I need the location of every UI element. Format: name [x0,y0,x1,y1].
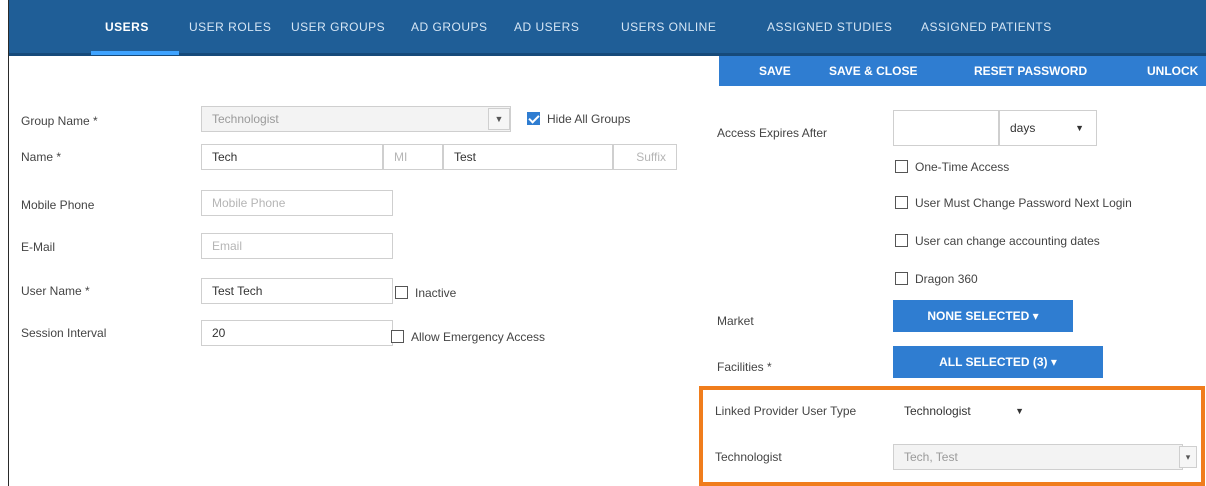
inactive-label: Inactive [415,286,457,300]
save-button[interactable]: SAVE [759,56,791,86]
linked-provider-type-label: Linked Provider User Type [715,404,857,418]
user-name-label: User Name * [21,284,90,298]
session-interval-input[interactable]: 20 [201,320,393,346]
tab-users[interactable]: Users [105,0,149,56]
save-close-button[interactable]: SAVE & CLOSE [829,56,917,86]
must-change-password-checkbox[interactable] [895,196,908,209]
group-name-select[interactable]: Technologist [201,106,511,132]
hide-all-groups-label: Hide All Groups [547,112,631,126]
dragon360-checkbox[interactable] [895,272,908,285]
tab-user-roles[interactable]: User Roles [189,0,271,56]
unlock-button[interactable]: UNLOCK [1147,56,1198,86]
middle-initial-input[interactable]: MI [383,144,443,170]
email-input[interactable]: Email [201,233,393,259]
chevron-down-icon[interactable]: ▼ [488,108,510,130]
chevron-down-icon[interactable]: ▾ [1179,446,1197,468]
linked-provider-type-value: Technologist [904,404,971,418]
top-nav: Users User Roles User Groups AD Groups A… [9,0,1206,56]
allow-emergency-label: Allow Emergency Access [411,330,546,344]
tab-ad-groups[interactable]: AD Groups [411,0,488,56]
technologist-label: Technologist [715,450,782,464]
chevron-down-icon: ▼ [1075,123,1084,133]
access-expires-unit-value: days [1010,121,1036,135]
access-expires-input[interactable] [893,110,999,146]
change-accounting-checkbox[interactable] [895,234,908,247]
facilities-dropdown-button[interactable]: ALL SELECTED (3) ▾ [893,346,1103,378]
tab-user-groups[interactable]: User Groups [291,0,385,56]
facilities-label: Facilities * [717,360,772,374]
market-label: Market [717,314,754,328]
tab-assigned-patients[interactable]: Assigned Patients [921,0,1052,56]
last-name-input[interactable]: Test [443,144,613,170]
linked-provider-type-select[interactable]: Technologist ▼ [893,398,1043,424]
access-expires-unit-select[interactable]: days ▼ [999,110,1097,146]
inactive-checkbox[interactable] [395,286,408,299]
tab-ad-users[interactable]: AD Users [514,0,579,56]
dragon360-label: Dragon 360 [915,272,978,286]
must-change-password-label: User Must Change Password Next Login [915,196,1132,210]
action-bar: SAVE SAVE & CLOSE RESET PASSWORD UNLOCK [719,56,1206,86]
hide-all-groups-checkbox[interactable] [527,112,540,125]
mobile-phone-input[interactable]: Mobile Phone [201,190,393,216]
market-dropdown-button[interactable]: NONE SELECTED ▾ [893,300,1073,332]
active-tab-indicator [91,51,179,55]
mobile-phone-label: Mobile Phone [21,198,95,212]
session-interval-label: Session Interval [21,326,107,340]
first-name-input[interactable]: Tech [201,144,383,170]
user-name-input[interactable]: Test Tech [201,278,393,304]
one-time-access-label: One-Time Access [915,160,1010,174]
reset-password-button[interactable]: RESET PASSWORD [974,56,1087,86]
app-frame: Users User Roles User Groups AD Groups A… [8,0,1206,486]
name-label: Name * [21,150,62,164]
suffix-input[interactable]: Suffix [613,144,677,170]
tab-users-online[interactable]: Users Online [621,0,716,56]
allow-emergency-checkbox[interactable] [391,330,404,343]
tab-assigned-studies[interactable]: Assigned Studies [767,0,892,56]
group-name-label: Group Name * [21,114,98,128]
change-accounting-label: User can change accounting dates [915,234,1100,248]
chevron-down-icon: ▼ [1015,406,1024,416]
one-time-access-checkbox[interactable] [895,160,908,173]
access-expires-label: Access Expires After [717,126,828,140]
technologist-select[interactable]: Tech, Test [893,444,1183,470]
email-label: E-Mail [21,240,56,254]
